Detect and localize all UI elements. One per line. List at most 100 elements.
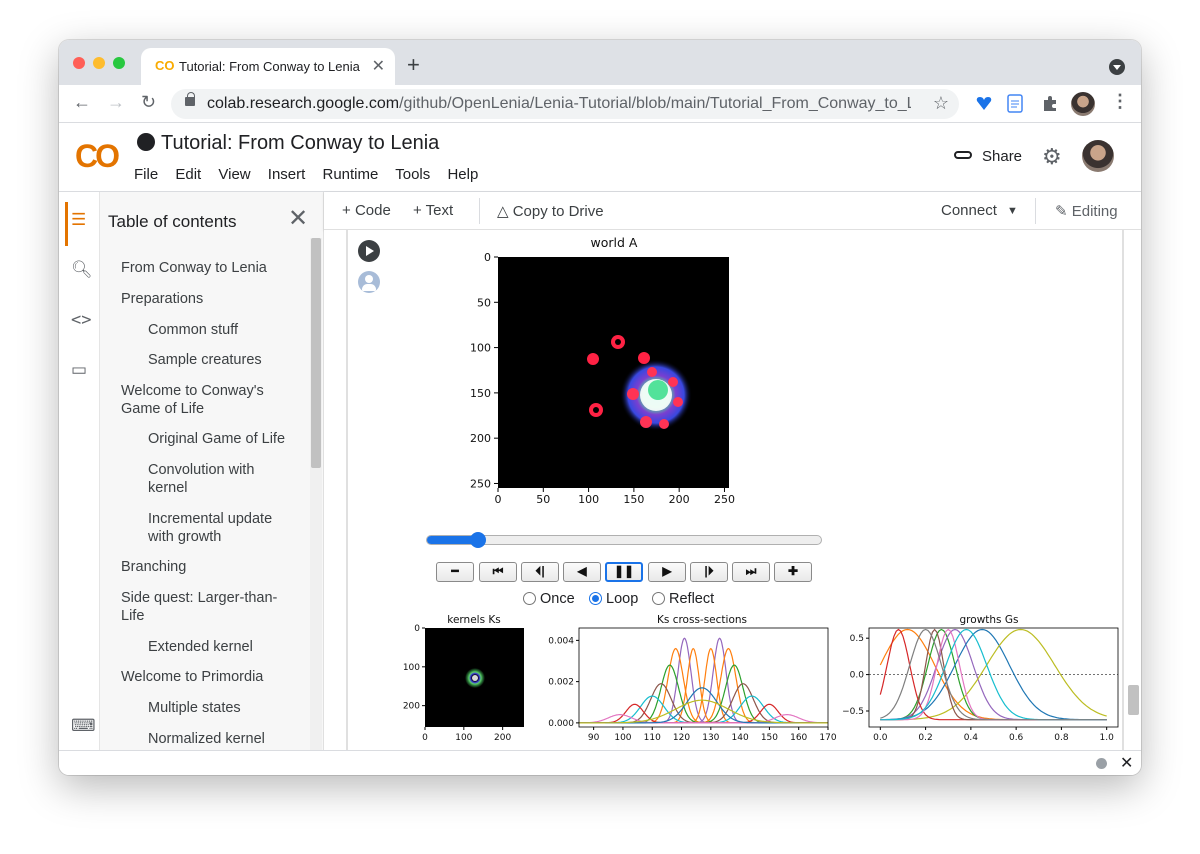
menu-tools[interactable]: Tools	[395, 166, 430, 183]
toc-scroll-thumb[interactable]	[311, 238, 321, 468]
editing-button[interactable]: ✎ Editing	[1055, 202, 1118, 220]
browser-window: CO Tutorial: From Conway to Lenia ✕ + ← …	[59, 40, 1141, 775]
reload-icon[interactable]: ↻	[141, 92, 156, 113]
search-icon[interactable]: 🔍︎	[71, 260, 93, 280]
slider-thumb[interactable]	[470, 532, 487, 548]
ks-cross-lines	[579, 637, 828, 724]
toc-item[interactable]: Side quest: Larger-than-Life	[121, 589, 291, 625]
radio-reflect[interactable]: Reflect	[652, 591, 714, 607]
menu-edit[interactable]: Edit	[175, 166, 201, 183]
menu-insert[interactable]: Insert	[268, 166, 306, 183]
radio-once-circle[interactable]	[523, 592, 536, 605]
notebook-title[interactable]: Tutorial: From Conway to Lenia	[137, 132, 439, 155]
x-tick-label: 0	[422, 733, 428, 743]
plus-button[interactable]: ✚	[774, 562, 812, 582]
y-tick-label: 0.000	[548, 719, 574, 729]
code-cell[interactable]: world A 0 50 100 150 200 250 0 50 100 15…	[346, 230, 1124, 750]
toc-item[interactable]: Welcome to Conway's Game of Life	[121, 382, 281, 418]
radio-loop[interactable]: Loop	[589, 591, 638, 607]
browser-tab[interactable]: CO Tutorial: From Conway to Lenia ✕	[141, 48, 395, 85]
previous-frame-button[interactable]: ⏴|	[521, 562, 559, 582]
run-cell-icon[interactable]	[358, 240, 380, 262]
account-avatar[interactable]	[1082, 140, 1114, 172]
share-button[interactable]: Share	[954, 148, 1022, 165]
tab-search-icon[interactable]	[1109, 59, 1125, 75]
settings-gear-icon[interactable]: ⚙	[1042, 144, 1062, 170]
toc-item[interactable]: Multiple states	[148, 699, 241, 717]
folder-icon[interactable]: ▭	[71, 360, 87, 380]
url-text[interactable]: colab.research.google.com/github/OpenLen…	[207, 95, 911, 113]
close-statusbar-icon[interactable]: ✕	[1120, 753, 1133, 773]
menu-help[interactable]: Help	[447, 166, 478, 183]
forward-icon[interactable]: →	[107, 92, 125, 113]
last-frame-button[interactable]: ⏭	[732, 562, 770, 582]
divider	[479, 198, 480, 224]
y-tick-label: 150	[470, 387, 491, 400]
y-tick-label: 0.004	[548, 636, 574, 646]
menu-runtime[interactable]: Runtime	[322, 166, 378, 183]
chevron-down-icon[interactable]: ▼	[1007, 205, 1018, 217]
profile-avatar[interactable]	[1071, 92, 1095, 116]
toc-item[interactable]: Normalized kernel	[148, 730, 265, 748]
frame-slider[interactable]	[426, 532, 822, 548]
x-tick-label: 160	[790, 733, 807, 743]
first-frame-button[interactable]: ⏮	[479, 562, 517, 582]
x-tick-label: 0.4	[964, 733, 979, 743]
notebook-scroll-thumb[interactable]	[1128, 685, 1139, 715]
menu-view[interactable]: View	[218, 166, 250, 183]
tab-close-icon[interactable]: ✕	[372, 56, 385, 76]
editing-label: Editing	[1071, 203, 1118, 220]
toc-item[interactable]: From Conway to Lenia	[121, 259, 267, 277]
notebook-scrollbar[interactable]	[1126, 230, 1141, 750]
toc-item[interactable]: Preparations	[121, 290, 203, 308]
copy-to-drive-button[interactable]: △ Copy to Drive	[497, 202, 604, 220]
colab-logo[interactable]: CO	[75, 138, 120, 175]
toc-item[interactable]: Convolution with kernel	[148, 461, 278, 497]
toc-item[interactable]: Incremental update with growth	[148, 510, 288, 546]
puzzle-extensions-icon[interactable]	[1041, 94, 1059, 112]
code-icon[interactable]: <>	[71, 310, 91, 330]
table-of-contents-panel: Table of contents ✕ From Conway to Lenia…	[100, 192, 324, 750]
add-text-button[interactable]: + Text	[413, 202, 453, 219]
radio-reflect-circle[interactable]	[652, 592, 665, 605]
tab-title: Tutorial: From Conway to Lenia	[179, 59, 360, 74]
radio-once[interactable]: Once	[523, 591, 575, 607]
minimize-window-button[interactable]	[93, 57, 105, 69]
toc-item[interactable]: Original Game of Life	[148, 430, 285, 448]
bookmark-star-icon[interactable]: ☆	[933, 93, 949, 114]
close-window-button[interactable]	[73, 57, 85, 69]
reverse-button[interactable]: ◀	[563, 562, 601, 582]
kernel-cross-line	[579, 647, 828, 724]
play-button[interactable]: ▶	[648, 562, 686, 582]
x-tick-label: 0	[495, 493, 502, 506]
minus-button[interactable]: ━	[436, 562, 474, 582]
x-tick-label: 100	[578, 493, 599, 506]
pause-button[interactable]: ❚❚	[605, 562, 643, 582]
browser-menu-icon[interactable]: ⋮	[1111, 91, 1129, 112]
docs-extension-icon[interactable]	[1007, 94, 1023, 113]
terminal-icon[interactable]: ⌨	[71, 716, 96, 736]
zoom-window-button[interactable]	[113, 57, 125, 69]
connect-button[interactable]: Connect	[941, 202, 997, 219]
y-tick-label: 100	[403, 663, 420, 673]
add-text-label: Text	[425, 202, 454, 219]
toc-item[interactable]: Sample creatures	[148, 351, 262, 369]
toc-item[interactable]: Common stuff	[148, 321, 238, 339]
close-icon[interactable]: ✕	[288, 204, 308, 233]
radio-loop-circle[interactable]	[589, 592, 602, 605]
next-frame-button[interactable]: |⏵	[690, 562, 728, 582]
toc-scrollbar[interactable]	[310, 238, 322, 750]
toc-item[interactable]: Branching	[121, 558, 186, 576]
back-icon[interactable]: ←	[73, 92, 91, 113]
toc-item[interactable]: Extended kernel	[148, 638, 253, 656]
new-tab-icon[interactable]: +	[407, 52, 420, 78]
extension-heart-icon[interactable]	[975, 94, 993, 112]
y-tick-label: 0.5	[850, 634, 864, 644]
menu-file[interactable]: File	[134, 166, 158, 183]
tab-strip: CO Tutorial: From Conway to Lenia ✕ +	[59, 40, 1141, 85]
address-bar[interactable]: colab.research.google.com/github/OpenLen…	[171, 89, 959, 119]
toc-item[interactable]: Welcome to Primordia	[121, 668, 263, 686]
list-icon[interactable]: ☰	[71, 210, 86, 230]
notebook-toolbar: + Code + Text △ Copy to Drive Connect ▼ …	[324, 192, 1141, 230]
add-code-button[interactable]: + Code	[342, 202, 391, 219]
